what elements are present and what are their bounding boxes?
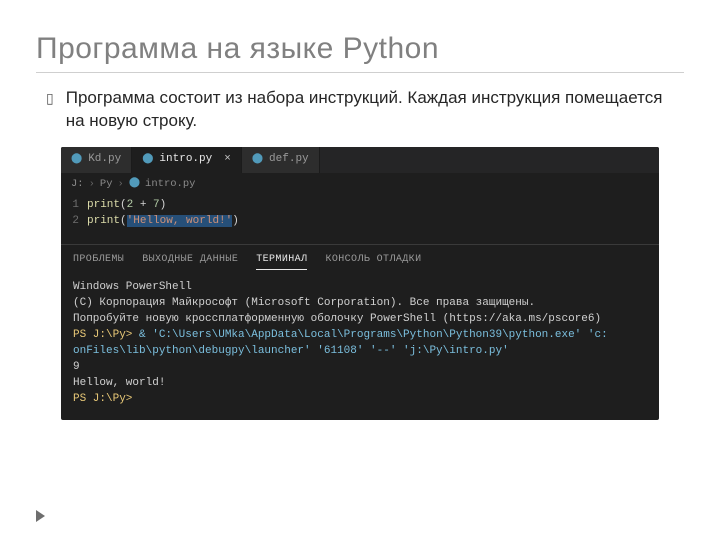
python-file-icon: ⬤ (129, 177, 140, 192)
code-line: 2 print('Hellow, world!') (61, 214, 659, 230)
editor-screenshot: ⬤ Kd.py ⬤ intro.py × ⬤ def.py J: › Py › … (61, 147, 659, 420)
tab-kd-py[interactable]: ⬤ Kd.py (61, 147, 132, 173)
bullet-text: Программа состоит из набора инструкций. … (66, 87, 684, 133)
terminal-line: onFiles\lib\python\debugpy\launcher' '61… (73, 344, 647, 360)
tab-label: def.py (269, 152, 309, 168)
code-editor[interactable]: 1 print(2 + 7) 2 print('Hellow, world!') (61, 196, 659, 238)
code-content: print(2 + 7) (87, 198, 166, 214)
line-number: 1 (61, 198, 87, 214)
python-file-icon: ⬤ (252, 153, 263, 168)
terminal-line: Windows PowerShell (73, 280, 647, 296)
breadcrumb-drive: J: (71, 177, 84, 192)
title-divider (36, 72, 684, 73)
breadcrumb[interactable]: J: › Py › ⬤ intro.py (61, 173, 659, 196)
chevron-right-icon: › (89, 177, 95, 192)
terminal-line: PS J:\Py> & 'C:\Users\UMka\AppData\Local… (73, 328, 647, 344)
breadcrumb-folder: Py (100, 177, 113, 192)
code-content: print('Hellow, world!') (87, 214, 239, 230)
editor-tabbar: ⬤ Kd.py ⬤ intro.py × ⬤ def.py (61, 147, 659, 173)
tab-label: Kd.py (88, 152, 121, 168)
terminal-output: Hellow, world! (73, 376, 647, 392)
bullet-icon: ▯ (46, 87, 54, 109)
play-icon (36, 510, 45, 522)
python-file-icon: ⬤ (142, 153, 153, 168)
terminal[interactable]: Windows PowerShell (C) Корпорация Майкро… (61, 276, 659, 420)
code-line: 1 print(2 + 7) (61, 198, 659, 214)
close-icon[interactable]: × (224, 152, 231, 168)
tab-intro-py[interactable]: ⬤ intro.py × (132, 147, 242, 173)
line-number: 2 (61, 214, 87, 230)
bullet-row: ▯ Программа состоит из набора инструкций… (46, 87, 684, 133)
terminal-prompt: PS J:\Py> (73, 392, 647, 408)
tab-def-py[interactable]: ⬤ def.py (242, 147, 320, 173)
tab-debug-console[interactable]: КОНСОЛЬ ОТЛАДКИ (325, 253, 421, 271)
terminal-line: (C) Корпорация Майкрософт (Microsoft Cor… (73, 296, 647, 312)
tab-terminal[interactable]: ТЕРМИНАЛ (256, 253, 307, 271)
tab-problems[interactable]: ПРОБЛЕМЫ (73, 253, 124, 271)
terminal-output: 9 (73, 360, 647, 376)
breadcrumb-file: intro.py (145, 177, 195, 192)
chevron-right-icon: › (118, 177, 124, 192)
slide: Программа на языке Python ▯ Программа со… (0, 0, 720, 540)
terminal-line: Попробуйте новую кроссплатформенную обол… (73, 312, 647, 328)
tab-label: intro.py (159, 152, 212, 168)
slide-title: Программа на языке Python (36, 32, 684, 66)
tab-output[interactable]: ВЫХОДНЫЕ ДАННЫЕ (142, 253, 238, 271)
python-file-icon: ⬤ (71, 153, 82, 168)
panel-tabbar: ПРОБЛЕМЫ ВЫХОДНЫЕ ДАННЫЕ ТЕРМИНАЛ КОНСОЛ… (61, 244, 659, 277)
